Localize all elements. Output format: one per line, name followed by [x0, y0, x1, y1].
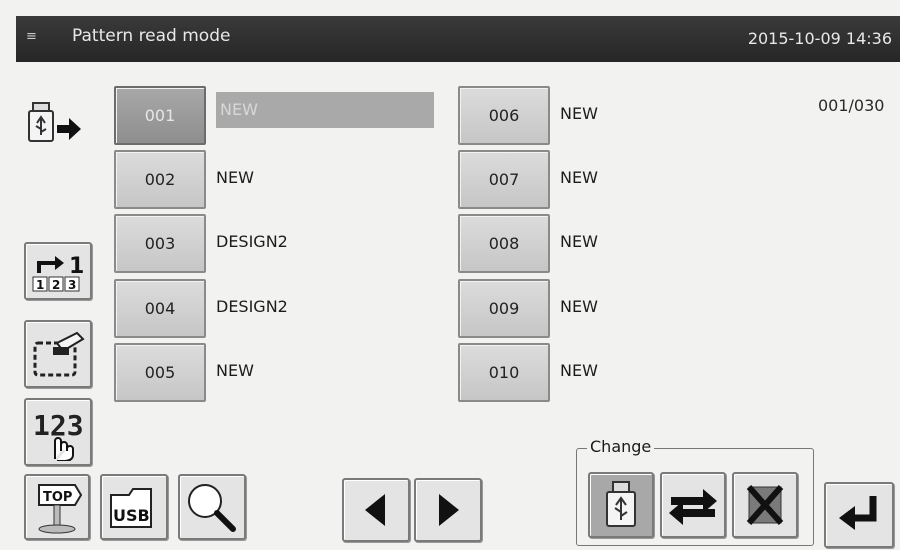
pattern-number-button[interactable]: 007 — [458, 150, 550, 209]
pattern-number-button[interactable]: 003 — [114, 214, 206, 273]
svg-text:1: 1 — [36, 278, 44, 292]
pattern-name[interactable]: NEW — [560, 361, 598, 380]
swap-arrows-icon — [669, 489, 717, 525]
arrow-123-icon: 1 1 2 3 — [32, 254, 84, 292]
triangle-left-icon — [365, 494, 385, 526]
page-title: Pattern read mode — [72, 26, 231, 46]
pattern-number-button[interactable]: 002 — [114, 150, 206, 209]
next-page-button[interactable] — [414, 478, 482, 542]
svg-text:1: 1 — [69, 254, 84, 279]
pattern-number-button[interactable]: 010 — [458, 343, 550, 402]
pattern-name[interactable]: NEW — [216, 92, 434, 128]
change-usb-button[interactable] — [588, 472, 654, 538]
top-button[interactable]: TOP — [24, 474, 90, 540]
pattern-name[interactable]: DESIGN2 — [216, 232, 288, 251]
change-swap-button[interactable] — [660, 472, 726, 538]
menu-icon: ≡ — [26, 29, 37, 44]
copy-button[interactable] — [24, 320, 92, 388]
pattern-name[interactable]: NEW — [560, 297, 598, 316]
number-order-button[interactable]: 1 1 2 3 — [24, 242, 92, 300]
pattern-number-button[interactable]: 004 — [114, 279, 206, 338]
title-bar: ≡ Pattern read mode 2015-10-09 14:36 — [16, 16, 900, 62]
pattern-number-button[interactable]: 001 — [114, 86, 206, 145]
pattern-name[interactable]: NEW — [560, 104, 598, 123]
pattern-name[interactable]: DESIGN2 — [216, 297, 288, 316]
triangle-right-icon — [439, 494, 459, 526]
svg-text:2: 2 — [52, 278, 60, 292]
prev-page-button[interactable] — [342, 478, 410, 542]
top-label: TOP — [43, 490, 72, 505]
delete-x-icon — [746, 485, 784, 525]
magnifier-icon — [188, 484, 236, 532]
top-sign-icon: TOP — [38, 484, 83, 534]
usb-button[interactable]: USB — [100, 474, 168, 540]
pattern-name[interactable]: NEW — [216, 361, 254, 380]
usb-folder-icon: USB — [110, 488, 152, 528]
change-delete-button[interactable] — [732, 472, 798, 538]
enter-return-icon — [839, 496, 877, 530]
datetime: 2015-10-09 14:36 — [747, 29, 892, 48]
pattern-number-button[interactable]: 006 — [458, 86, 550, 145]
number-touch-button[interactable]: 123 — [24, 398, 92, 466]
pattern-number-button[interactable]: 009 — [458, 279, 550, 338]
usb-label: USB — [113, 506, 150, 525]
pattern-number-button[interactable]: 008 — [458, 214, 550, 273]
pattern-name[interactable]: NEW — [560, 232, 598, 251]
usb-arrow-icon — [28, 102, 81, 142]
usb-read-button[interactable] — [24, 96, 86, 150]
change-label: Change — [587, 437, 655, 456]
usb-drive-icon — [606, 481, 636, 527]
search-button[interactable] — [178, 474, 246, 540]
pattern-name[interactable]: NEW — [216, 168, 254, 187]
pattern-name[interactable]: NEW — [560, 168, 598, 187]
page-counter: 001/030 — [818, 96, 885, 115]
pattern-number-button[interactable]: 005 — [114, 343, 206, 402]
copy-pattern-icon — [33, 331, 85, 377]
enter-button[interactable] — [824, 482, 894, 548]
123-hand-icon: 123 — [33, 409, 84, 461]
svg-text:3: 3 — [68, 278, 76, 292]
